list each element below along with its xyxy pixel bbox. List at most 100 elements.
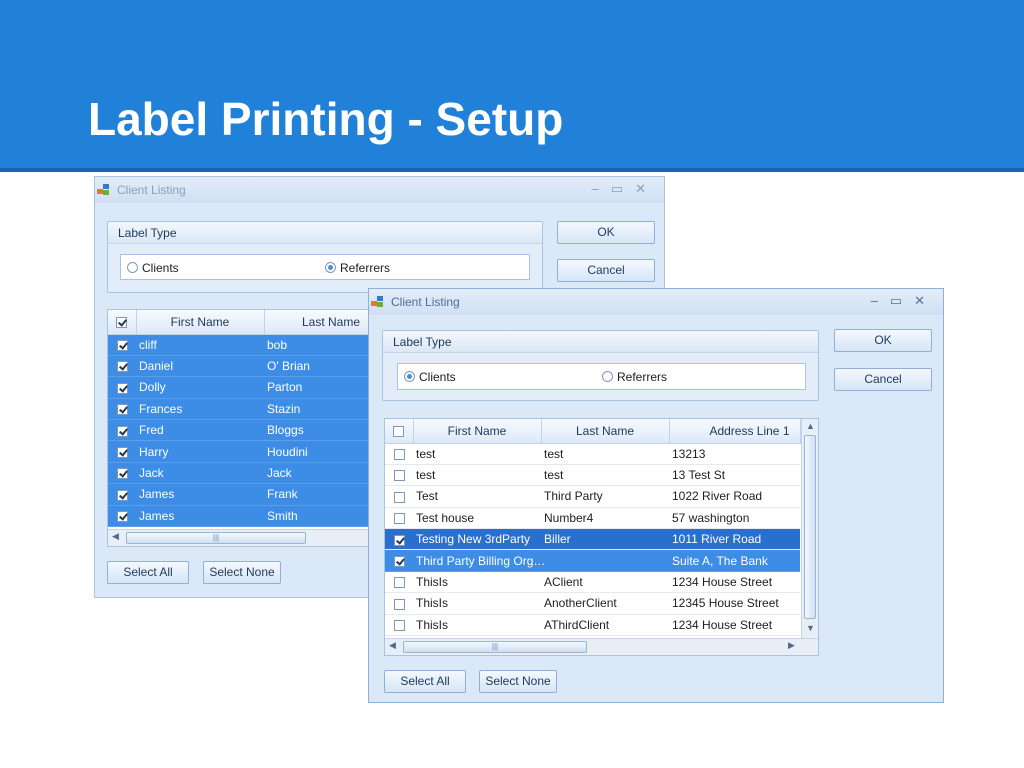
cancel-button[interactable]: Cancel (834, 368, 932, 391)
column-header-first-name[interactable]: First Name (413, 419, 542, 444)
column-header-address-line-1[interactable]: Address Line 1 (669, 419, 801, 444)
row-checkbox-cell[interactable] (108, 376, 136, 399)
maximize-icon[interactable]: ▭ (611, 181, 635, 196)
table-row[interactable]: Frances Stazin (108, 398, 396, 421)
radio-referrers-dot[interactable] (325, 262, 336, 273)
row-checkbox-cell[interactable] (385, 571, 413, 594)
row-checkbox[interactable] (116, 425, 128, 437)
row-checkbox-cell[interactable] (108, 440, 136, 463)
scroll-left-icon[interactable]: ◀ (389, 640, 396, 651)
select-none-button[interactable]: Select None (203, 561, 281, 584)
row-checkbox-cell[interactable] (108, 462, 136, 485)
table-row[interactable]: ThisIs AnotherClient 12345 House Street (385, 592, 800, 615)
row-checkbox-cell[interactable] (385, 549, 413, 572)
row-checkbox[interactable] (393, 620, 405, 632)
vertical-scrollbar[interactable]: ▲ ▼ (801, 419, 818, 638)
close-icon[interactable]: ✕ (914, 293, 937, 308)
header-checkbox[interactable] (116, 317, 128, 329)
row-checkbox[interactable] (116, 382, 128, 394)
radio-referrers[interactable]: Referrers (602, 370, 667, 384)
row-checkbox[interactable] (116, 404, 128, 416)
row-checkbox-cell[interactable] (108, 505, 136, 528)
scrollbar-thumb[interactable]: ||| (126, 532, 306, 544)
window-controls[interactable]: –▭✕ (871, 293, 937, 309)
row-checkbox-cell[interactable] (385, 592, 413, 615)
row-checkbox[interactable] (393, 555, 405, 567)
close-icon[interactable]: ✕ (635, 181, 658, 196)
row-checkbox-cell[interactable] (385, 485, 413, 508)
cancel-button[interactable]: Cancel (557, 259, 655, 282)
maximize-icon[interactable]: ▭ (890, 293, 914, 308)
table-row[interactable]: Third Party Billing Org… Suite A, The Ban… (385, 549, 800, 572)
table-row[interactable]: Daniel O' Brian (108, 355, 396, 378)
row-checkbox-cell[interactable] (385, 614, 413, 637)
table-row[interactable]: test test 13 Test St (385, 464, 800, 487)
window-titlebar[interactable]: Client Listing –▭✕ (95, 177, 664, 203)
row-checkbox[interactable] (393, 513, 405, 525)
row-checkbox[interactable] (393, 491, 405, 503)
horizontal-scrollbar[interactable]: ◀ ||| ▶ (385, 638, 818, 655)
row-checkbox[interactable] (116, 340, 128, 352)
table-row[interactable]: James Smith (108, 505, 396, 528)
row-checkbox-cell[interactable] (108, 355, 136, 378)
row-checkbox[interactable] (393, 449, 405, 461)
radio-clients[interactable]: Clients (127, 261, 179, 275)
minimize-icon[interactable]: – (871, 293, 890, 308)
table-row[interactable]: Fred Bloggs (108, 419, 396, 442)
row-checkbox[interactable] (116, 511, 128, 523)
row-checkbox-cell[interactable] (108, 334, 136, 356)
row-checkbox-cell[interactable] (108, 419, 136, 442)
header-checkbox[interactable] (393, 426, 405, 438)
minimize-icon[interactable]: – (592, 181, 611, 196)
scroll-left-icon[interactable]: ◀ (112, 531, 119, 542)
radio-clients[interactable]: Clients (404, 370, 456, 384)
row-checkbox-cell[interactable] (385, 443, 413, 465)
table-row[interactable]: Harry Houdini (108, 440, 396, 463)
row-checkbox[interactable] (393, 577, 405, 589)
table-row[interactable]: Test house Number4 57 washington (385, 507, 800, 530)
table-row[interactable]: ThisIs AThirdClient 1234 House Street (385, 614, 800, 637)
radio-referrers[interactable]: Referrers (325, 261, 390, 275)
table-row[interactable]: Dolly Parton (108, 376, 396, 399)
table-row[interactable]: Testing New 3rdParty Biller 1011 River Roa… (385, 528, 800, 551)
row-checkbox-cell[interactable] (108, 483, 136, 506)
table-row[interactable]: James Frank (108, 483, 396, 506)
window-controls[interactable]: –▭✕ (592, 181, 658, 197)
row-checkbox[interactable] (116, 446, 128, 458)
radio-referrers-dot[interactable] (602, 371, 613, 382)
radio-clients-dot[interactable] (404, 371, 415, 382)
scroll-right-icon[interactable]: ▶ (788, 640, 795, 651)
select-all-header-checkbox[interactable] (385, 419, 414, 444)
row-checkbox-cell[interactable] (385, 507, 413, 530)
horizontal-scrollbar[interactable]: ◀ ||| (108, 529, 396, 546)
select-none-button[interactable]: Select None (479, 670, 557, 693)
select-all-button[interactable]: Select All (384, 670, 466, 693)
table-row[interactable]: Test Third Party 1022 River Road (385, 485, 800, 508)
column-header-first-name[interactable]: First Name (136, 310, 265, 335)
column-header-last-name[interactable]: Last Name (541, 419, 670, 444)
row-checkbox[interactable] (393, 598, 405, 610)
scroll-down-icon[interactable]: ▼ (806, 623, 815, 633)
scrollbar-thumb[interactable] (804, 435, 816, 619)
table-row[interactable]: ThisIs AClient 1234 House Street (385, 571, 800, 594)
scrollbar-thumb[interactable]: ||| (403, 641, 587, 653)
table-row[interactable]: cliff bob (108, 334, 396, 356)
row-checkbox[interactable] (116, 361, 128, 373)
select-all-button[interactable]: Select All (107, 561, 189, 584)
window-titlebar[interactable]: Client Listing –▭✕ (369, 289, 943, 315)
table-row[interactable]: test test 13213 (385, 443, 800, 465)
row-checkbox-cell[interactable] (108, 398, 136, 421)
select-all-header-checkbox[interactable] (108, 310, 137, 335)
row-checkbox[interactable] (393, 470, 405, 482)
ok-button[interactable]: OK (834, 329, 932, 352)
row-checkbox[interactable] (393, 534, 405, 546)
row-checkbox[interactable] (116, 489, 128, 501)
radio-clients-dot[interactable] (127, 262, 138, 273)
ok-button[interactable]: OK (557, 221, 655, 244)
row-checkbox[interactable] (116, 468, 128, 480)
row-checkbox-cell[interactable] (385, 464, 413, 487)
cell-address: 1011 River Road (669, 528, 800, 551)
scroll-up-icon[interactable]: ▲ (806, 421, 815, 431)
row-checkbox-cell[interactable] (385, 528, 413, 551)
table-row[interactable]: Jack Jack (108, 462, 396, 485)
